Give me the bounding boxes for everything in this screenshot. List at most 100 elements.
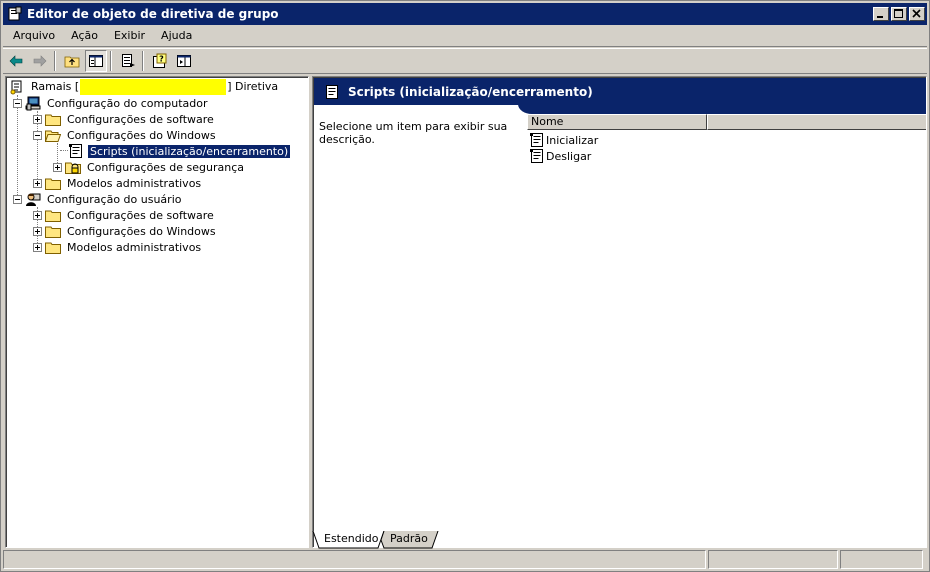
title-bar[interactable]: Editor de objeto de diretiva de grupo xyxy=(3,3,927,25)
tree-item-label: Configuração do computador xyxy=(47,96,208,110)
tab-padrao-label: Padrão xyxy=(390,532,428,545)
column-header-name[interactable]: Nome xyxy=(527,114,707,130)
toolbar-separator xyxy=(110,51,112,71)
tree-root-prefix: Ramais [ xyxy=(31,80,80,93)
item-description: Selecione um item para exibir sua descri… xyxy=(319,120,508,146)
tree-item-label: Modelos administrativos xyxy=(67,240,202,254)
help-button[interactable]: ? xyxy=(149,50,171,72)
properties-button[interactable] xyxy=(173,50,195,72)
back-button[interactable] xyxy=(5,50,27,72)
list-item-inicializar[interactable]: Inicializar xyxy=(529,132,598,148)
status-pane-main xyxy=(3,550,706,569)
menu-arquivo-label: Arquivo xyxy=(13,29,56,42)
close-button[interactable] xyxy=(909,7,925,21)
console-tree[interactable]: Ramais [ ] Diretiva Configuração do compu… xyxy=(5,76,309,548)
menu-bar: Arquivo Ação Exibir Ajuda xyxy=(3,26,927,47)
list-item-desligar[interactable]: Desligar xyxy=(529,148,591,164)
gpo-scroll-icon xyxy=(10,80,22,95)
tree-item-label: Modelos administrativos xyxy=(67,176,202,190)
window-title: Editor de objeto de diretiva de grupo xyxy=(27,7,279,21)
up-one-level-button[interactable] xyxy=(61,50,83,72)
expand-toggle[interactable] xyxy=(33,210,42,220)
tab-padrao[interactable]: Padrão xyxy=(384,531,434,549)
expand-toggle[interactable] xyxy=(33,178,42,188)
tree-item-label: Configurações de segurança xyxy=(87,160,245,174)
maximize-button[interactable] xyxy=(891,7,907,21)
folder-icon xyxy=(45,210,61,222)
menu-exibir-label: Exibir xyxy=(113,29,146,42)
tree-item-label: Configurações do Windows xyxy=(67,224,216,238)
svg-text:?: ? xyxy=(159,55,164,64)
toolbar: ? xyxy=(3,48,927,74)
user-icon xyxy=(26,193,41,206)
collapse-toggle[interactable] xyxy=(13,98,22,108)
tree-item-user-admin-templates[interactable]: Modelos administrativos xyxy=(33,239,203,255)
details-header: Scripts (inicialização/encerramento) xyxy=(314,78,926,105)
tree-item-label: Configurações de software xyxy=(67,208,214,222)
app-icon xyxy=(8,6,22,21)
tree-item-computer-config[interactable]: Configuração do computador xyxy=(13,95,210,111)
expand-toggle[interactable] xyxy=(33,114,42,124)
minimize-button[interactable] xyxy=(873,7,889,21)
gpo-editor-window: Editor de objeto de diretiva de grupo Ar… xyxy=(0,0,930,572)
list-header: Nome xyxy=(527,114,926,130)
menu-ajuda-label: Ajuda xyxy=(161,29,193,42)
tree-item-label: Configuração do usuário xyxy=(47,192,182,206)
tree-item-scripts[interactable]: Scripts (inicialização/encerramento) xyxy=(68,143,292,159)
script-icon xyxy=(530,149,543,163)
tab-estendido-label: Estendido xyxy=(324,532,379,545)
menu-acao[interactable]: Ação xyxy=(65,27,104,45)
details-pane: Scripts (inicialização/encerramento) Sel… xyxy=(312,76,927,548)
view-tabs: Estendido Padrão xyxy=(312,531,927,549)
column-header-empty xyxy=(707,114,926,130)
tree-item-label: Configurações do Windows xyxy=(67,128,216,142)
expand-toggle[interactable] xyxy=(53,162,62,172)
folder-icon xyxy=(45,226,61,238)
folder-icon xyxy=(45,114,61,126)
tree-item-label: Scripts (inicialização/encerramento) xyxy=(86,143,292,159)
collapse-toggle[interactable] xyxy=(13,194,22,204)
tree-item-admin-templates[interactable]: Modelos administrativos xyxy=(33,175,203,191)
menu-arquivo[interactable]: Arquivo xyxy=(7,27,61,45)
status-pane-3 xyxy=(840,550,923,569)
tree-connector xyxy=(60,150,68,151)
tree-item-windows-settings[interactable]: Configurações do Windows xyxy=(33,127,218,143)
expand-toggle[interactable] xyxy=(33,242,42,252)
tree-root-label: Ramais [ ] Diretiva xyxy=(29,79,280,95)
collapse-toggle[interactable] xyxy=(33,130,42,140)
expand-toggle[interactable] xyxy=(33,226,42,236)
show-hide-tree-icon xyxy=(89,55,103,67)
tree-item-software-settings[interactable]: Configurações de software xyxy=(33,111,216,127)
export-list-button[interactable] xyxy=(117,50,139,72)
script-icon xyxy=(530,133,543,147)
details-header-title: Scripts (inicialização/encerramento) xyxy=(348,84,593,99)
list-item-label: Inicializar xyxy=(546,133,599,147)
tree-root[interactable]: Ramais [ ] Diretiva xyxy=(9,79,280,95)
properties-icon xyxy=(177,55,191,67)
status-bar xyxy=(3,550,927,570)
help-icon: ? xyxy=(153,53,167,68)
tree-item-security-settings[interactable]: Configurações de segurança xyxy=(53,159,246,175)
tree-item-user-windows-settings[interactable]: Configurações do Windows xyxy=(33,223,218,239)
forward-button[interactable] xyxy=(29,50,51,72)
toolbar-separator xyxy=(142,51,144,71)
show-hide-tree-button[interactable] xyxy=(85,50,107,72)
tree-item-user-software-settings[interactable]: Configurações de software xyxy=(33,207,216,223)
menu-exibir[interactable]: Exibir xyxy=(108,27,151,45)
folder-icon xyxy=(45,178,61,190)
open-folder-icon xyxy=(45,130,61,142)
tree-root-suffix: ] Diretiva xyxy=(227,80,279,93)
column-header-name-label: Nome xyxy=(531,115,564,128)
toolbar-separator xyxy=(54,51,56,71)
back-arrow-icon xyxy=(9,55,23,67)
tree-item-user-config[interactable]: Configuração do usuário xyxy=(13,191,183,207)
redaction-box xyxy=(80,79,227,95)
folder-icon xyxy=(45,242,61,254)
forward-arrow-icon xyxy=(33,55,47,67)
tree-item-label: Configurações de software xyxy=(67,112,214,126)
list-item-label: Desligar xyxy=(546,149,592,163)
tab-estendido[interactable]: Estendido xyxy=(318,531,384,549)
menu-ajuda[interactable]: Ajuda xyxy=(155,27,198,45)
maximize-icon xyxy=(894,9,903,18)
header-curve xyxy=(518,104,926,114)
